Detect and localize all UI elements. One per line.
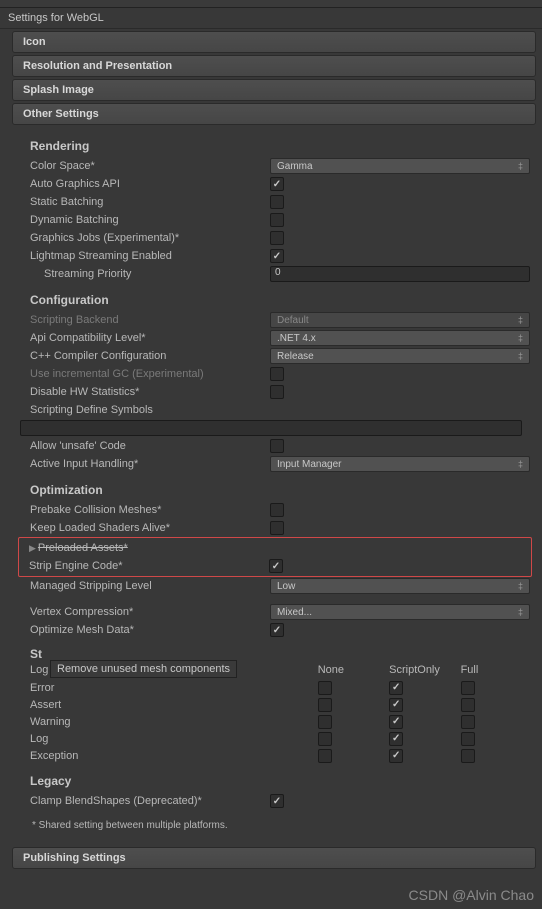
cpp-config-dropdown[interactable]: Release [270,348,530,364]
stack-warning-scriptonly-checkbox[interactable] [389,715,403,729]
graphics-jobs-label: Graphics Jobs (Experimental)* [30,232,270,244]
color-space-label: Color Space* [30,160,270,172]
stack-row-label: Assert [30,699,318,711]
watermark: CSDN @Alvin Chao [409,887,534,903]
stack-row-label: Log [30,733,318,745]
section-icon[interactable]: Icon [12,31,536,53]
stack-row-log: Log [20,730,532,747]
stack-header-none: None [318,664,389,676]
stack-error-none-checkbox[interactable] [318,681,332,695]
scripting-define-input[interactable] [20,420,522,436]
stack-log-scriptonly-checkbox[interactable] [389,732,403,746]
section-resolution[interactable]: Resolution and Presentation [12,55,536,77]
allow-unsafe-checkbox[interactable] [270,439,284,453]
other-settings-body: Rendering Color Space*Gamma Auto Graphic… [0,127,542,845]
configuration-title: Configuration [30,293,532,307]
optimization-title: Optimization [30,483,532,497]
auto-graphics-api-checkbox[interactable] [270,177,284,191]
api-compat-label: Api Compatibility Level* [30,332,270,344]
legacy-title: Legacy [30,774,532,788]
stack-error-scriptonly-checkbox[interactable] [389,681,403,695]
stack-row-assert: Assert [20,696,532,713]
streaming-priority-label: Streaming Priority [44,268,270,280]
section-splash[interactable]: Splash Image [12,79,536,101]
stack-header-scriptonly: ScriptOnly [389,664,460,676]
clamp-blendshapes-label: Clamp BlendShapes (Deprecated)* [30,795,270,807]
stack-log-none-checkbox[interactable] [318,732,332,746]
preloaded-assets-label[interactable]: Preloaded Assets* [38,542,270,554]
prebake-collision-label: Prebake Collision Meshes* [30,504,270,516]
api-compat-dropdown[interactable]: .NET 4.x [270,330,530,346]
stack-trace-title-prefix: St [30,647,42,661]
active-input-label: Active Input Handling* [30,458,270,470]
scripting-backend-label: Scripting Backend [30,314,270,326]
stack-row-label: Warning [30,716,318,728]
dynamic-batching-label: Dynamic Batching [30,214,270,226]
stack-assert-none-checkbox[interactable] [318,698,332,712]
vertex-compression-label: Vertex Compression* [30,606,270,618]
section-other[interactable]: Other Settings [12,103,536,125]
stack-header-full: Full [461,664,532,676]
preloaded-assets-foldout-icon[interactable]: ▶ [29,543,36,554]
incremental-gc-checkbox [270,367,284,381]
incremental-gc-label: Use incremental GC (Experimental) [30,368,270,380]
stack-warning-full-checkbox[interactable] [461,715,475,729]
stack-assert-scriptonly-checkbox[interactable] [389,698,403,712]
strip-engine-code-checkbox[interactable] [269,559,283,573]
lightmap-streaming-label: Lightmap Streaming Enabled [30,250,270,262]
static-batching-checkbox[interactable] [270,195,284,209]
stack-warning-none-checkbox[interactable] [318,715,332,729]
stack-row-error: Error [20,679,532,696]
keep-loaded-shaders-label: Keep Loaded Shaders Alive* [30,522,270,534]
static-batching-label: Static Batching [30,196,270,208]
lightmap-streaming-checkbox[interactable] [270,249,284,263]
clamp-blendshapes-checkbox[interactable] [270,794,284,808]
stack-row-label: Error [30,682,318,694]
stack-exception-scriptonly-checkbox[interactable] [389,749,403,763]
managed-stripping-label: Managed Stripping Level [30,580,270,592]
managed-stripping-dropdown[interactable]: Low [270,578,530,594]
optimize-mesh-tooltip: Remove unused mesh components [50,660,237,678]
stack-row-label: Exception [30,750,318,762]
stack-exception-none-checkbox[interactable] [318,749,332,763]
cpp-config-label: C++ Compiler Configuration [30,350,270,362]
shared-setting-footnote: * Shared setting between multiple platfo… [32,820,532,831]
graphics-jobs-checkbox[interactable] [270,231,284,245]
scripting-define-label: Scripting Define Symbols [30,404,270,416]
auto-graphics-api-label: Auto Graphics API [30,178,270,190]
prebake-collision-checkbox[interactable] [270,503,284,517]
strip-engine-highlight: ▶Preloaded Assets* Strip Engine Code* [18,537,532,577]
stack-error-full-checkbox[interactable] [461,681,475,695]
optimize-mesh-data-label: Optimize Mesh Data* [30,624,270,636]
keep-loaded-shaders-checkbox[interactable] [270,521,284,535]
optimize-mesh-data-checkbox[interactable] [270,623,284,637]
streaming-priority-input[interactable]: 0 [270,266,530,282]
active-input-dropdown[interactable]: Input Manager [270,456,530,472]
strip-engine-code-label: Strip Engine Code* [29,560,269,572]
disable-hw-stats-checkbox[interactable] [270,385,284,399]
vertex-compression-dropdown[interactable]: Mixed... [270,604,530,620]
section-publishing[interactable]: Publishing Settings [12,847,536,869]
stack-log-full-checkbox[interactable] [461,732,475,746]
dynamic-batching-checkbox[interactable] [270,213,284,227]
stack-row-warning: Warning [20,713,532,730]
stack-exception-full-checkbox[interactable] [461,749,475,763]
stack-row-exception: Exception [20,747,532,764]
allow-unsafe-label: Allow 'unsafe' Code [30,440,270,452]
rendering-title: Rendering [30,139,532,153]
settings-title: Settings for WebGL [0,8,542,29]
scripting-backend-dropdown: Default [270,312,530,328]
stack-assert-full-checkbox[interactable] [461,698,475,712]
disable-hw-stats-label: Disable HW Statistics* [30,386,270,398]
color-space-dropdown[interactable]: Gamma [270,158,530,174]
